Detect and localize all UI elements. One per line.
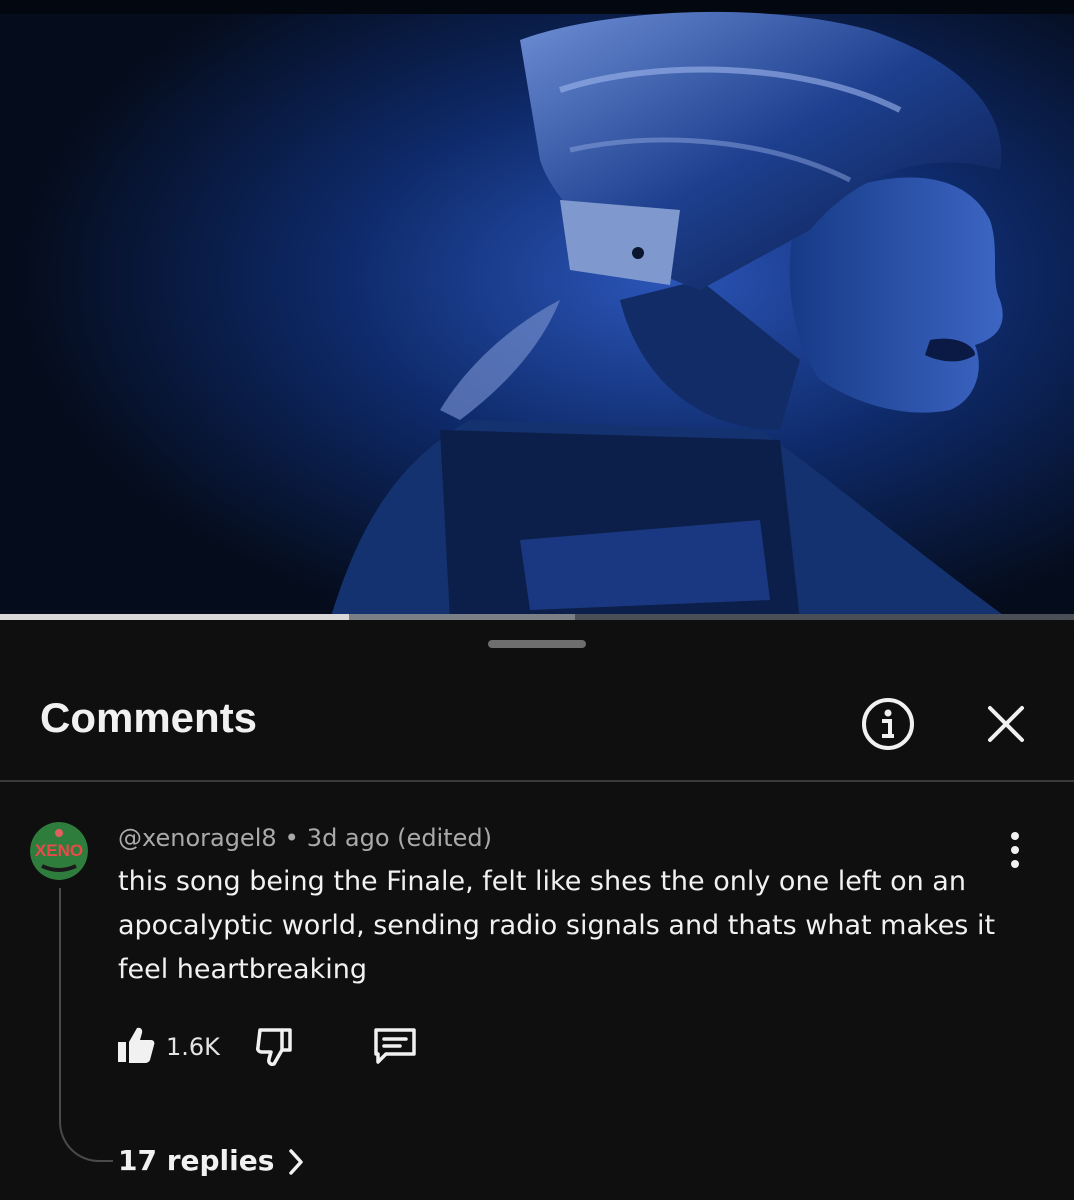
close-icon bbox=[988, 706, 1024, 742]
sheet-title: Comments bbox=[40, 694, 258, 741]
avatar-text: XENO bbox=[35, 841, 83, 860]
chevron-right-icon bbox=[289, 1149, 304, 1175]
replies-label: 17 replies bbox=[118, 1144, 275, 1177]
thread-line bbox=[59, 888, 113, 1162]
comment-time: 3d ago (edited) bbox=[306, 824, 492, 852]
dislike-button[interactable] bbox=[254, 1024, 294, 1068]
thumbs-down-icon bbox=[256, 1028, 292, 1066]
video-player[interactable] bbox=[0, 0, 1074, 620]
meta-separator: • bbox=[284, 824, 299, 852]
info-circle-icon bbox=[862, 698, 914, 750]
thumbs-up-icon bbox=[118, 1027, 155, 1063]
comment-meta: @xenoragel8 • 3d ago (edited) bbox=[118, 824, 492, 852]
reply-button[interactable] bbox=[372, 1026, 418, 1066]
comment-bubble-icon bbox=[374, 1028, 416, 1064]
info-button[interactable] bbox=[860, 696, 916, 752]
video-frame bbox=[0, 0, 1074, 620]
avatar[interactable]: XENO bbox=[30, 822, 88, 880]
comments-sheet: Comments XENO @xenoragel8 • 3d ago (edited… bbox=[0, 620, 1074, 1200]
like-button[interactable] bbox=[116, 1024, 156, 1066]
header-divider bbox=[0, 780, 1074, 782]
view-replies-button[interactable]: 17 replies bbox=[118, 1144, 306, 1177]
comment-author[interactable]: @xenoragel8 bbox=[118, 824, 277, 852]
drag-handle[interactable] bbox=[488, 640, 586, 648]
comment-text: this song being the Finale, felt like sh… bbox=[118, 866, 996, 985]
close-button[interactable] bbox=[978, 696, 1034, 752]
like-count: 1.6K bbox=[166, 1033, 220, 1061]
